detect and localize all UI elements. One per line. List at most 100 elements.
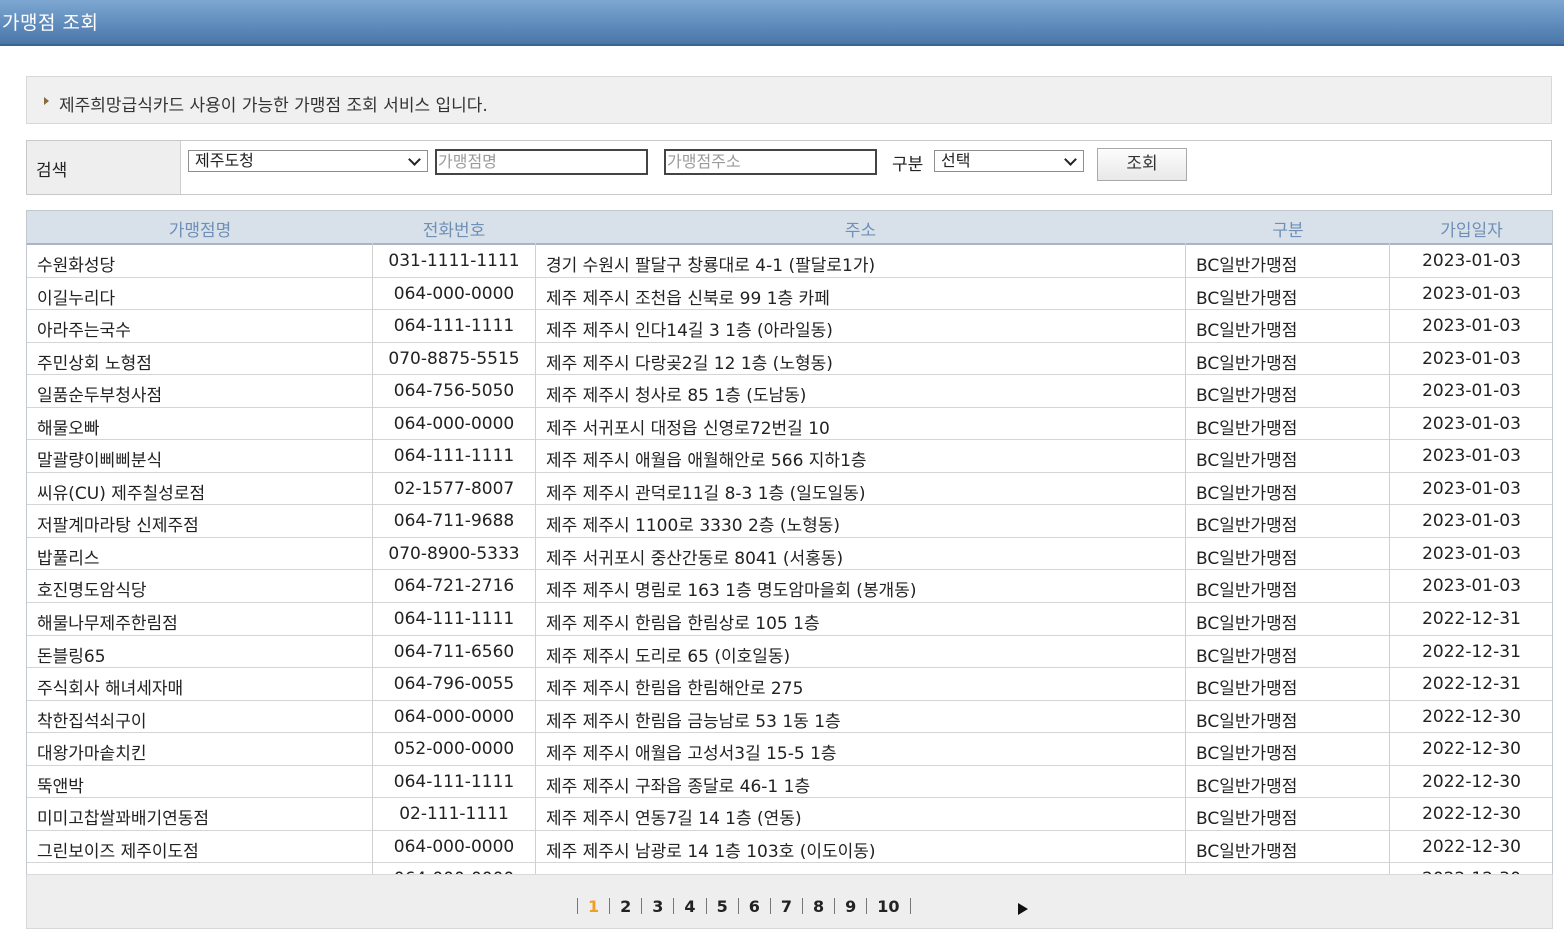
- cell-store-name: 말괄량이삐삐분식: [37, 451, 163, 472]
- table-row[interactable]: 일품순두부청사점 064-756-5050 제주 제주시 청사로 85 1층 (도남…: [27, 375, 1552, 408]
- page-link-10[interactable]: 10: [877, 897, 899, 916]
- cell-address: 제주 제주시 한림읍 한림해안로 275: [546, 679, 804, 700]
- cell-type: BC일반가맹점: [1196, 841, 1298, 862]
- search-button[interactable]: 조회: [1097, 148, 1187, 181]
- cell-join-date: 2023-01-03: [1422, 316, 1521, 337]
- cell-phone: 064-000-0000: [393, 283, 515, 304]
- title-bar: 가맹점 조회: [0, 0, 1564, 46]
- cell-join-date: 2022-12-31: [1422, 674, 1521, 695]
- column-header-type[interactable]: 구분: [1186, 216, 1390, 241]
- cell-join-date: 2023-01-03: [1422, 381, 1521, 402]
- table-row[interactable]: 뚝앤박 064-111-1111 제주 제주시 구좌읍 종달로 46-1 1층 BC일…: [27, 766, 1552, 799]
- cell-phone: 064-000-0000: [393, 706, 515, 727]
- table-row[interactable]: 착한집석쇠구이 064-000-0000 제주 제주시 한림읍 금능남로 53 1동…: [27, 701, 1552, 734]
- cell-address: 제주 제주시 인다14길 3 1층 (아라일동): [546, 321, 833, 342]
- cell-phone: 064-111-1111: [393, 609, 515, 630]
- page-link-7[interactable]: 7: [781, 897, 792, 916]
- cell-address: 제주 제주시 한림읍 한림상로 105 1층: [546, 614, 820, 635]
- cell-store-name: 해물오빠: [37, 418, 100, 439]
- table-row[interactable]: 수원화성당 031-1111-1111 경기 수원시 팔달구 창룡대로 4-1 (팔…: [27, 245, 1552, 278]
- cell-store-name: 해물나무제주한림점: [37, 614, 178, 635]
- table-row[interactable]: 저팔계마라탕 신제주점 064-711-9688 제주 제주시 1100로 3330…: [27, 505, 1552, 538]
- page-link-4[interactable]: 4: [684, 897, 695, 916]
- page-link-5[interactable]: 5: [717, 897, 728, 916]
- cell-type: BC일반가맹점: [1196, 321, 1298, 342]
- page-separator: [577, 898, 578, 914]
- search-label: 검색: [36, 161, 68, 181]
- page-link-8[interactable]: 8: [813, 897, 824, 916]
- store-name-input[interactable]: 가맹점명: [435, 149, 648, 175]
- page-separator: [673, 898, 675, 914]
- cell-type: BC일반가맹점: [1196, 581, 1298, 602]
- cell-store-name: 씨유(CU) 제주칠성로점: [37, 483, 206, 504]
- cell-store-name: 그린보이즈 제주이도점: [37, 841, 199, 862]
- cell-join-date: 2022-12-31: [1422, 609, 1521, 630]
- cell-phone: 064-756-5050: [393, 381, 515, 402]
- column-header-phone[interactable]: 전화번호: [373, 216, 535, 241]
- cell-join-date: 2023-01-03: [1422, 446, 1521, 467]
- cell-address: 제주 제주시 연동7길 14 1층 (연동): [546, 809, 802, 830]
- cell-phone: 064-111-1111: [393, 316, 515, 337]
- page-link-2[interactable]: 2: [620, 897, 631, 916]
- table-row[interactable]: 씨유(CU) 제주칠성로점 02-1577-8007 제주 제주시 관덕로11길 8…: [27, 473, 1552, 506]
- type-select[interactable]: 선택: [934, 150, 1084, 172]
- table-row[interactable]: 이길누리다 064-000-0000 제주 제주시 조천읍 신북로 99 1층 카페…: [27, 278, 1552, 311]
- page-separator: [834, 898, 836, 914]
- cell-address: 제주 제주시 애월읍 고성서3길 15-5 1층: [546, 744, 837, 765]
- cell-store-name: 저팔계마라탕 신제주점: [37, 516, 199, 537]
- column-divider: [1389, 243, 1390, 896]
- table-row[interactable]: 해물나무제주한림점 064-111-1111 제주 제주시 한림읍 한림상로 105…: [27, 603, 1552, 636]
- store-address-input[interactable]: 가맹점주소: [664, 149, 877, 175]
- cell-join-date: 2023-01-03: [1422, 283, 1521, 304]
- table-row[interactable]: 아라주는국수 064-111-1111 제주 제주시 인다14길 3 1층 (아라일…: [27, 310, 1552, 343]
- next-page-icon[interactable]: [1018, 903, 1028, 915]
- bullet-arrow-icon: [44, 97, 49, 105]
- cell-type: BC일반가맹점: [1196, 256, 1298, 276]
- table-row[interactable]: 그린보이즈 제주이도점 064-000-0000 제주 제주시 남광로 14 1층 …: [27, 831, 1552, 864]
- cell-type: BC일반가맹점: [1196, 679, 1298, 700]
- region-select[interactable]: 제주도청: [188, 150, 428, 172]
- cell-join-date: 2023-01-03: [1422, 478, 1521, 499]
- table-row[interactable]: 해물오빠 064-000-0000 제주 서귀포시 대정읍 신영로72번길 10 BC…: [27, 408, 1552, 441]
- table-row[interactable]: 주식회사 해녀세자매 064-796-0055 제주 제주시 한림읍 한림해안로 2…: [27, 668, 1552, 701]
- column-header-name[interactable]: 가맹점명: [27, 216, 373, 241]
- page-link-3[interactable]: 3: [652, 897, 663, 916]
- cell-join-date: 2022-12-30: [1422, 804, 1521, 825]
- cell-address: 제주 제주시 애월읍 애월해안로 566 지하1층: [546, 451, 867, 472]
- table-row[interactable]: 밥풀리스 070-8900-5333 제주 서귀포시 중산간동로 8041 (서홍동…: [27, 538, 1552, 571]
- cell-address: 제주 제주시 1100로 3330 2층 (노형동): [546, 516, 841, 537]
- cell-type: BC일반가맹점: [1196, 516, 1298, 537]
- cell-join-date: 2023-01-03: [1422, 543, 1521, 564]
- cell-phone: 02-111-1111: [399, 804, 509, 825]
- cell-store-name: 아라주는국수: [37, 321, 131, 342]
- cell-phone: 064-711-6560: [393, 641, 515, 662]
- cell-type: BC일반가맹점: [1196, 809, 1298, 830]
- page-separator: [641, 898, 643, 914]
- column-header-date[interactable]: 가입일자: [1390, 216, 1553, 241]
- table-row[interactable]: 대왕가마솥치킨 052-000-0000 제주 제주시 애월읍 고성서3길 15-5…: [27, 733, 1552, 766]
- table-row[interactable]: 호진명도암식당 064-721-2716 제주 제주시 명림로 163 1층 명도암…: [27, 570, 1552, 604]
- table-row[interactable]: 돈블링65 064-711-6560 제주 제주시 도리로 65 (이호일동) BC일…: [27, 636, 1552, 669]
- page-link-9[interactable]: 9: [845, 897, 856, 916]
- column-header-address[interactable]: 주소: [535, 216, 1186, 241]
- table-row[interactable]: 주민상회 노형점 070-8875-5515 제주 제주시 다랑곶2길 12 1층 …: [27, 343, 1552, 376]
- cell-type: BC일반가맹점: [1196, 418, 1298, 439]
- table-body: 수원화성당 031-1111-1111 경기 수원시 팔달구 창룡대로 4-1 (팔…: [27, 245, 1552, 896]
- cell-store-name: 호진명도암식당: [37, 581, 147, 602]
- table-row[interactable]: 미미고찹쌀꽈배기연동점 02-111-1111 제주 제주시 연동7길 14 1층 …: [27, 798, 1552, 831]
- table-row[interactable]: 말괄량이삐삐분식 064-111-1111 제주 제주시 애월읍 애월해안로 566…: [27, 440, 1552, 473]
- chevron-down-icon: [408, 153, 421, 166]
- cell-type: BC일반가맹점: [1196, 776, 1298, 797]
- cell-type: BC일반가맹점: [1196, 614, 1298, 635]
- chevron-down-icon: [1064, 153, 1077, 166]
- cell-join-date: 2022-12-30: [1422, 706, 1521, 727]
- page-link-1[interactable]: 1: [588, 897, 599, 916]
- pagination: 1 2 3 4 5 6 7 8 9 10: [26, 874, 1553, 929]
- cell-address: 제주 제주시 관덕로11길 8-3 1층 (일도일동): [546, 483, 866, 504]
- cell-type: BC일반가맹점: [1196, 386, 1298, 407]
- cell-type: BC일반가맹점: [1196, 288, 1298, 309]
- cell-address: 제주 제주시 남광로 14 1층 103호 (이도이동): [546, 841, 876, 862]
- cell-address: 제주 제주시 구좌읍 종달로 46-1 1층: [546, 776, 811, 797]
- page-link-6[interactable]: 6: [749, 897, 760, 916]
- cell-phone: 052-000-0000: [393, 739, 515, 760]
